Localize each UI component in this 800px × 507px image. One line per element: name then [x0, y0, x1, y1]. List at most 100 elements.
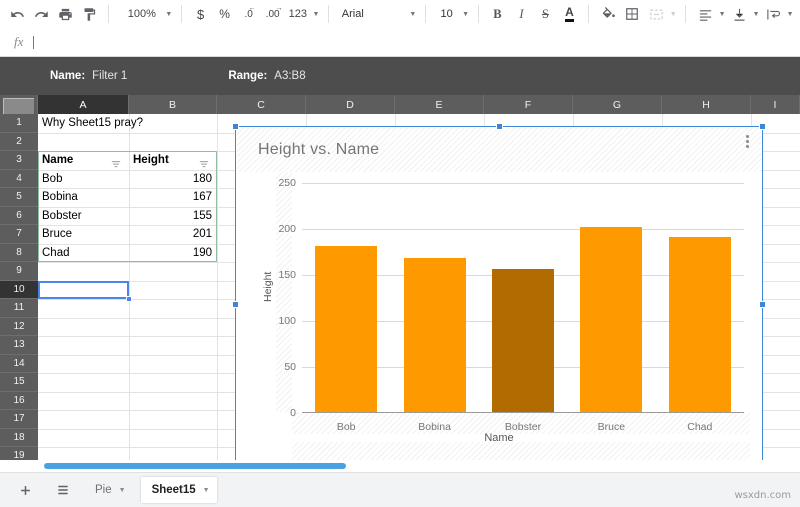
cell-b7[interactable]: 201	[133, 225, 212, 244]
text-wrap-icon[interactable]	[761, 3, 785, 25]
cell-a8[interactable]: Chad	[42, 244, 124, 263]
percent-format-button[interactable]: %	[213, 3, 237, 25]
align-bottom-icon[interactable]	[727, 3, 751, 25]
arrow-left-icon: ←	[249, 5, 256, 23]
undo-icon[interactable]	[5, 3, 29, 25]
chart-object[interactable]: Height vs. Name Height 050100150200250Bo…	[235, 126, 763, 482]
print-icon[interactable]	[53, 3, 77, 25]
row-header-19[interactable]: 19	[0, 447, 38, 460]
text-color-button[interactable]: A	[557, 3, 581, 25]
filter-name-value[interactable]: Filter 1	[92, 70, 127, 82]
row-header-9[interactable]: 9	[0, 262, 38, 281]
filter-name-label: Name:	[50, 70, 85, 82]
add-sheet-icon[interactable]	[12, 477, 38, 503]
row-header-13[interactable]: 13	[0, 336, 38, 355]
chart-handle-ne[interactable]	[759, 123, 766, 130]
chart-bar-bob[interactable]	[315, 246, 377, 412]
row-header-17[interactable]: 17	[0, 410, 38, 429]
text-wrap-chevron-down-icon[interactable]: ▼	[785, 3, 795, 25]
filter-range-value[interactable]: A3:B8	[274, 70, 305, 82]
paint-format-icon[interactable]	[77, 3, 101, 25]
chart-menu-icon[interactable]	[741, 135, 753, 151]
font-size-select[interactable]: 10	[433, 8, 461, 20]
font-family-chevron-down-icon[interactable]: ▼	[408, 3, 418, 25]
align-vertical-chevron-down-icon[interactable]: ▼	[751, 3, 761, 25]
cell-b8[interactable]: 190	[133, 244, 212, 263]
chart-handle-w[interactable]	[232, 301, 239, 308]
zoom-value[interactable]: 100%	[116, 8, 164, 20]
increase-decimal-button[interactable]: .00 →	[261, 3, 285, 25]
font-size-chevron-down-icon[interactable]: ▼	[461, 3, 471, 25]
chart-bar-bobster[interactable]	[492, 269, 554, 412]
row-header-7[interactable]: 7	[0, 225, 38, 244]
cell-b6[interactable]: 155	[133, 207, 212, 226]
column-header-d[interactable]: D	[306, 95, 395, 114]
a3-filter-icon[interactable]	[111, 156, 121, 165]
chart-handle-e[interactable]	[759, 301, 766, 308]
currency-format-button[interactable]: $	[189, 3, 213, 25]
bold-button[interactable]: B	[485, 3, 509, 25]
cell-a5[interactable]: Bobina	[42, 188, 124, 207]
chart-handle-n[interactable]	[496, 123, 503, 130]
row-header-10[interactable]: 10	[0, 281, 38, 300]
column-header-c[interactable]: C	[217, 95, 306, 114]
strikethrough-button[interactable]: S	[533, 3, 557, 25]
row-header-1[interactable]: 1	[0, 114, 38, 133]
select-all-corner[interactable]	[0, 95, 38, 114]
more-formats-button[interactable]: 123	[285, 8, 311, 20]
column-header-i[interactable]: I	[751, 95, 800, 114]
borders-icon[interactable]	[620, 3, 644, 25]
row-header-14[interactable]: 14	[0, 355, 38, 374]
cell-b4[interactable]: 180	[133, 170, 212, 189]
font-family-select[interactable]: Arial	[336, 8, 408, 20]
column-header-f[interactable]: F	[484, 95, 573, 114]
row-header-3[interactable]: 3	[0, 151, 38, 170]
chart-handle-nw[interactable]	[232, 123, 239, 130]
all-sheets-icon[interactable]	[50, 477, 76, 503]
row-header-6[interactable]: 6	[0, 207, 38, 226]
row-header-8[interactable]: 8	[0, 244, 38, 263]
redo-icon[interactable]	[29, 3, 53, 25]
sheet-tab-sheet15[interactable]: Sheet15▼	[141, 477, 217, 503]
row-header-12[interactable]: 12	[0, 318, 38, 337]
more-formats-chevron-down-icon[interactable]: ▼	[311, 3, 321, 25]
column-header-h[interactable]: H	[662, 95, 751, 114]
row-header-18[interactable]: 18	[0, 429, 38, 448]
row-header-11[interactable]: 11	[0, 299, 38, 318]
fill-color-icon[interactable]	[596, 3, 620, 25]
column-header-g[interactable]: G	[573, 95, 662, 114]
align-left-icon[interactable]	[693, 3, 717, 25]
row-header-4[interactable]: 4	[0, 170, 38, 189]
sheet-tab-pie[interactable]: Pie▼	[84, 477, 133, 503]
chart-bar-chad[interactable]	[669, 237, 731, 412]
formula-bar[interactable]: fx	[0, 28, 800, 57]
decrease-decimal-button[interactable]: .0 ←	[237, 3, 261, 25]
cell-a7[interactable]: Bruce	[42, 225, 124, 244]
chart-bar-bobina[interactable]	[404, 258, 466, 412]
cell-a4[interactable]: Bob	[42, 170, 124, 189]
column-header-b[interactable]: B	[129, 95, 217, 114]
row-header-5[interactable]: 5	[0, 188, 38, 207]
merge-cells-icon[interactable]	[644, 3, 668, 25]
sheet-tab-chevron-down-icon[interactable]: ▼	[203, 487, 210, 494]
cell-a1[interactable]: Why Sheet15 pray?	[42, 114, 242, 133]
align-horizontal-chevron-down-icon[interactable]: ▼	[717, 3, 727, 25]
horizontal-scrollbar[interactable]	[44, 463, 346, 469]
cell-a6[interactable]: Bobster	[42, 207, 124, 226]
column-header-e[interactable]: E	[395, 95, 484, 114]
chart-y-tick-250: 250	[278, 177, 296, 189]
italic-button[interactable]: I	[509, 3, 533, 25]
sheet-tab-chevron-down-icon[interactable]: ▼	[119, 487, 126, 494]
cell-b5[interactable]: 167	[133, 188, 212, 207]
row-header-15[interactable]: 15	[0, 373, 38, 392]
row-header-2[interactable]: 2	[0, 133, 38, 152]
fill-handle[interactable]	[126, 296, 132, 302]
column-header-a[interactable]: A	[38, 95, 129, 114]
toolbar-group-number: $ % .0 ← .00 → 123 ▼	[184, 0, 326, 28]
b3-filter-icon[interactable]	[199, 156, 209, 165]
chart-bar-bruce[interactable]	[580, 227, 642, 412]
row-header-16[interactable]: 16	[0, 392, 38, 411]
active-cell-a10[interactable]	[38, 281, 129, 300]
zoom-chevron-down-icon[interactable]: ▼	[164, 3, 174, 25]
merge-chevron-down-icon[interactable]: ▼	[668, 3, 678, 25]
